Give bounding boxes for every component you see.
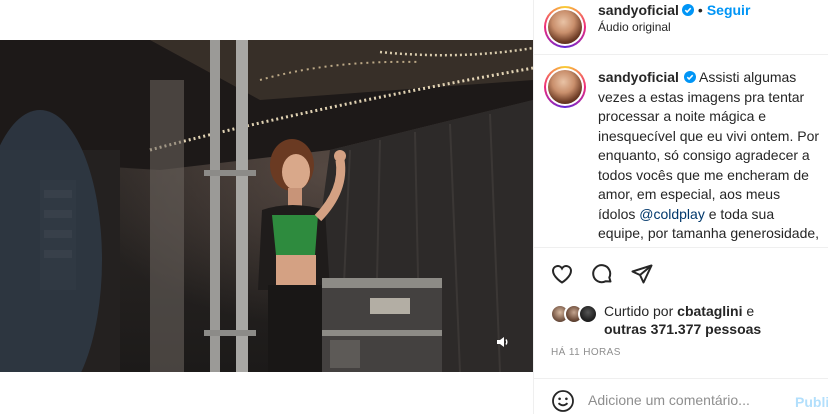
comment-box: Publi bbox=[534, 378, 828, 414]
video-player[interactable] bbox=[0, 40, 533, 372]
heart-icon[interactable] bbox=[550, 262, 574, 286]
caption-body: Assisti algumas vezes a estas imagens pr… bbox=[598, 69, 820, 222]
emoji-icon[interactable] bbox=[551, 389, 575, 413]
caption-text: sandyoficial Assisti algumas vezes a est… bbox=[598, 68, 820, 247]
comment-icon[interactable] bbox=[590, 262, 614, 286]
post-panel: sandyoficial • Seguir Áudio original sandy… bbox=[533, 0, 828, 414]
caption-avatar[interactable] bbox=[544, 66, 586, 108]
avatar bbox=[578, 304, 598, 324]
avatar[interactable] bbox=[544, 6, 586, 48]
verified-badge-icon bbox=[681, 3, 694, 16]
post-timestamp[interactable]: HÁ 11 HORAS bbox=[551, 347, 621, 358]
publish-button[interactable]: Publi bbox=[795, 394, 828, 410]
likes-count-link[interactable]: outras 371.377 pessoas bbox=[604, 321, 761, 337]
video-frame bbox=[0, 40, 533, 372]
likes-conj: e bbox=[746, 303, 755, 319]
comment-input[interactable] bbox=[588, 387, 788, 413]
audio-link[interactable]: Áudio original bbox=[598, 20, 671, 34]
speaker-icon[interactable] bbox=[495, 334, 511, 350]
post-header: sandyoficial • Seguir Áudio original bbox=[534, 0, 828, 55]
send-icon[interactable] bbox=[630, 262, 654, 286]
caption-scroll-area[interactable]: sandyoficial Assisti algumas vezes a est… bbox=[534, 56, 828, 248]
media-area bbox=[0, 0, 533, 414]
follow-button[interactable]: Seguir bbox=[707, 2, 751, 18]
likes-text: Curtido por cbataglini e outras 371.377 … bbox=[604, 302, 824, 338]
likes-summary: Curtido por cbataglini e outras 371.377 … bbox=[534, 300, 828, 340]
caption-username[interactable]: sandyoficial bbox=[598, 69, 679, 85]
separator-dot: • bbox=[697, 2, 703, 18]
likes-prefix: Curtido por bbox=[604, 303, 674, 319]
mention-link[interactable]: @coldplay bbox=[639, 206, 705, 222]
verified-badge-icon bbox=[683, 69, 696, 83]
username-link[interactable]: sandyoficial bbox=[598, 2, 679, 18]
action-bar bbox=[534, 258, 828, 292]
liker-avatars[interactable] bbox=[550, 304, 600, 324]
liker-username[interactable]: cbataglini bbox=[677, 303, 742, 319]
